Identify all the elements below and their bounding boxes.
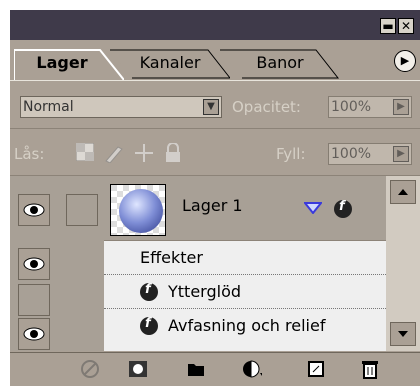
effects-label: Effekter [140, 248, 203, 267]
blend-mode-value: Normal [23, 99, 74, 115]
tab-label: Kanaler [139, 53, 201, 72]
minimize-button[interactable]: ▬ [380, 18, 396, 34]
mask-icon[interactable] [128, 359, 148, 379]
lock-row: Lås: Fyll: 100% ▶ [10, 129, 420, 176]
opacity-value: 100% [331, 99, 372, 115]
brush-lock-icon[interactable] [104, 143, 126, 163]
layer-list: Lager 1 Effekter Ytterglöd Avfasning och… [10, 176, 420, 351]
chevron-right-icon: ▶ [393, 146, 409, 162]
layer-thumbnail [110, 184, 166, 236]
effect-name: Avfasning och relief [168, 316, 326, 335]
fill-label: Fyll: [276, 145, 306, 163]
menu-arrow-icon: ▶ [400, 54, 410, 67]
opacity-field[interactable]: 100% ▶ [328, 96, 412, 118]
fill-value: 100% [331, 146, 372, 162]
arrow-down-icon [398, 331, 408, 337]
close-icon: ✕ [400, 19, 412, 33]
arrow-up-icon [398, 189, 408, 195]
layer-list-scrollbar[interactable] [386, 176, 420, 351]
link-icon[interactable] [80, 359, 100, 379]
checker-lock-icon[interactable] [76, 143, 94, 161]
eye-icon [23, 257, 45, 271]
scroll-down-button[interactable] [390, 322, 416, 346]
folder-icon[interactable] [186, 359, 206, 379]
palette-bottom-toolbar [10, 352, 420, 386]
padlock-icon[interactable] [164, 143, 182, 163]
tab-label: Lager [36, 53, 88, 72]
visibility-toggle[interactable] [18, 284, 50, 316]
fx-icon[interactable] [334, 199, 352, 218]
effect-row[interactable]: Ytterglöd [104, 274, 386, 309]
tab-lager[interactable]: Lager [14, 46, 124, 80]
lock-label: Lås: [14, 145, 45, 163]
layer-row[interactable]: Lager 1 [104, 176, 386, 240]
new-layer-icon[interactable] [306, 359, 326, 379]
tab-banor[interactable]: Banor [220, 46, 340, 79]
blend-row: Normal ▼ Opacitet: 100% ▶ [10, 82, 420, 129]
move-lock-icon[interactable] [134, 143, 154, 163]
tab-label: Banor [256, 53, 304, 72]
fill-field[interactable]: 100% ▶ [328, 143, 412, 165]
adjustment-icon[interactable] [242, 359, 262, 379]
layer-rows: Lager 1 Effekter Ytterglöd Avfasning och… [104, 176, 386, 351]
tab-kanaler[interactable]: Kanaler [110, 46, 230, 79]
effects-header-row[interactable]: Effekter [104, 240, 386, 275]
scroll-up-button[interactable] [390, 180, 416, 204]
close-button[interactable]: ✕ [398, 18, 414, 34]
visibility-toggle[interactable] [18, 248, 50, 280]
visibility-toggle[interactable] [18, 318, 50, 350]
eye-icon [23, 327, 45, 341]
layer-name: Lager 1 [182, 196, 243, 215]
triangle-down-icon[interactable] [304, 202, 322, 214]
fx-icon [140, 282, 158, 301]
chevron-right-icon: ▶ [393, 99, 409, 115]
blend-mode-select[interactable]: Normal ▼ [20, 96, 222, 118]
chevron-down-icon: ▼ [203, 99, 219, 115]
opacity-label: Opacitet: [232, 98, 301, 116]
fx-icon [140, 316, 158, 335]
trash-icon[interactable] [360, 359, 380, 379]
minimize-icon: ▬ [382, 19, 394, 33]
visibility-toggle[interactable] [18, 194, 50, 226]
layers-palette: ▬ ✕ Lager Kanaler Banor ▶ Normal ▼ Opaci… [10, 10, 420, 386]
palette-menu-button[interactable]: ▶ [394, 50, 416, 72]
eye-icon [23, 203, 45, 217]
effect-name: Ytterglöd [168, 282, 242, 301]
effect-row[interactable]: Avfasning och relief [104, 308, 386, 343]
layer-thumbnail-image [111, 185, 165, 235]
palette-tabs: Lager Kanaler Banor ▶ [10, 40, 420, 81]
link-cell[interactable] [66, 194, 98, 226]
palette-titlebar: ▬ ✕ [10, 10, 420, 40]
